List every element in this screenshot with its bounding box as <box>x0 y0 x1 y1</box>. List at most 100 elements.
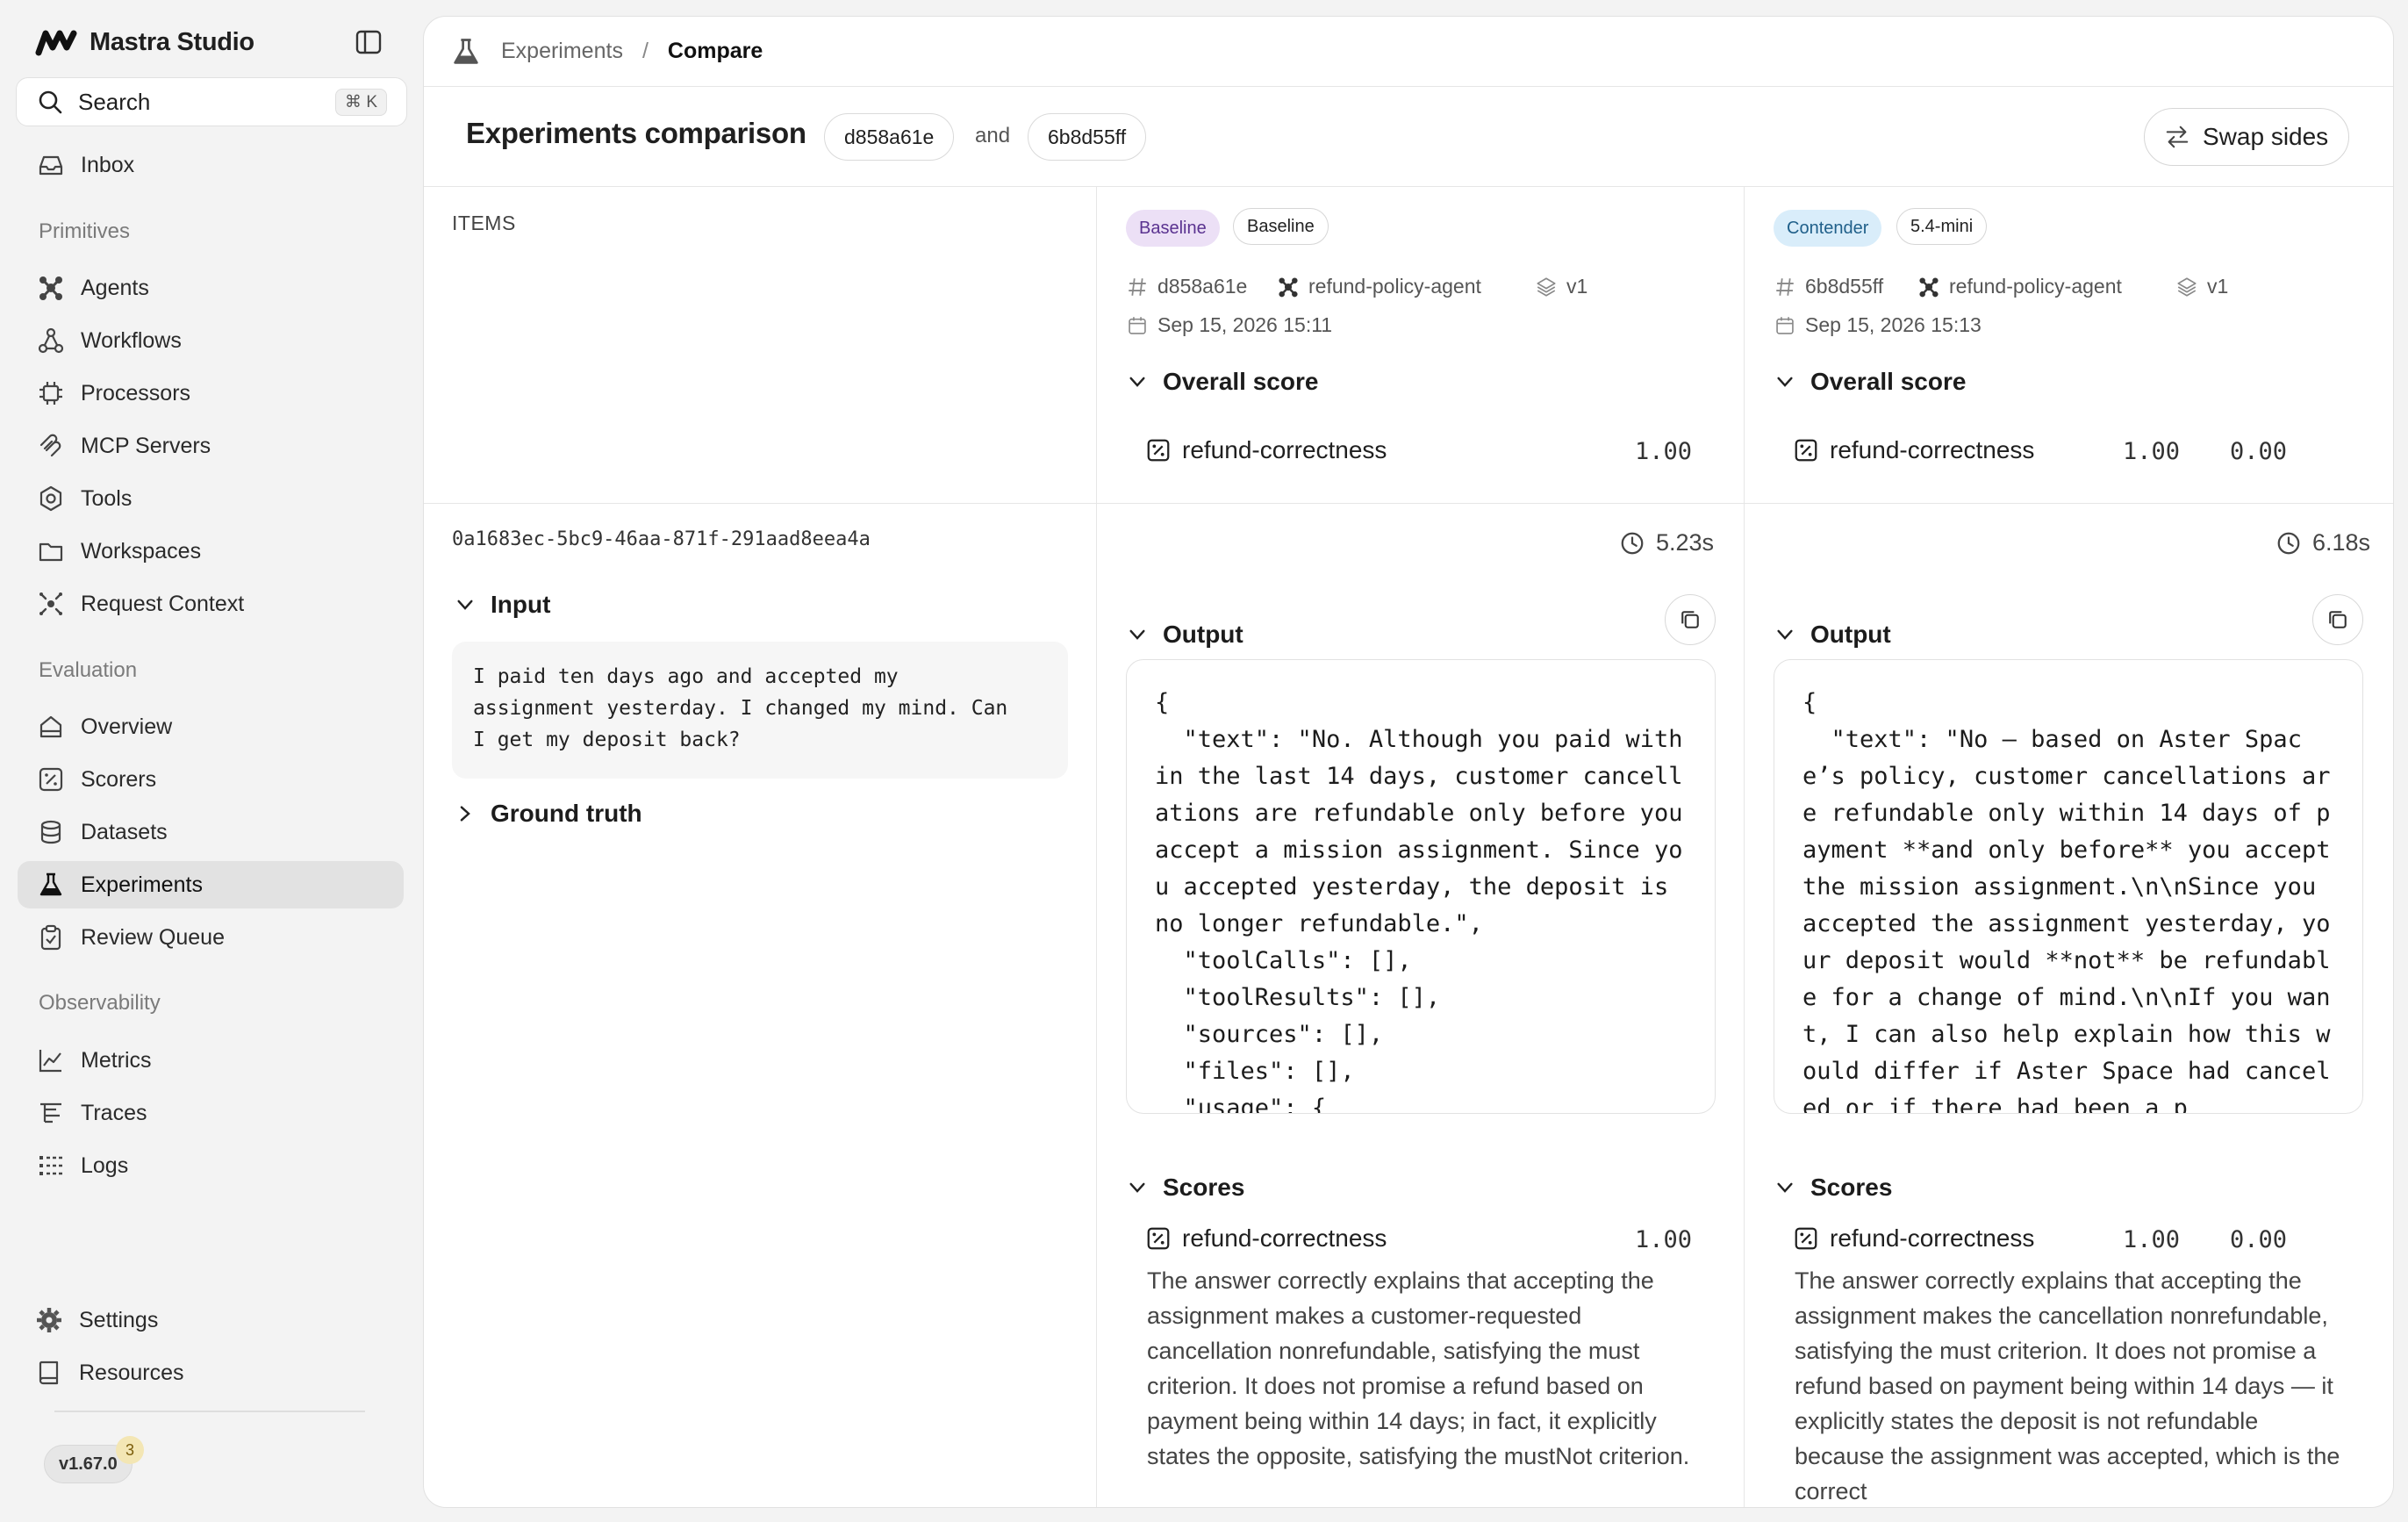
chevron-right-icon <box>460 806 470 822</box>
collapse-sidebar-button[interactable] <box>353 26 384 58</box>
items-column-label: ITEMS <box>452 212 516 234</box>
section-observability: Observability <box>39 991 161 1015</box>
copy-output-button[interactable] <box>1665 594 1716 645</box>
sidebar-item-label: Traces <box>81 1100 147 1125</box>
experiment-date: Sep 15, 2026 15:11 <box>1126 313 1332 337</box>
sidebar-item-scorers[interactable]: Scorers <box>18 756 404 803</box>
agents-icon <box>1919 276 1939 297</box>
scorer-name: refund-correctness <box>1830 1224 2035 1252</box>
breadcrumb: Experiments / Compare <box>424 17 2393 87</box>
input-toggle[interactable]: Input <box>454 591 550 619</box>
swap-icon <box>2166 126 2189 148</box>
experiment-name-badge: 5.4-mini <box>1896 208 1988 245</box>
sidebar: Mastra Studio Search ⌘ K Inbox Primitive… <box>0 0 421 1522</box>
percent-icon <box>1795 1227 1817 1250</box>
experiment-id: d858a61e <box>1126 275 1247 298</box>
experiment-agent[interactable]: refund-policy-agent <box>1277 275 1481 298</box>
sidebar-item-overview[interactable]: Overview <box>18 703 404 750</box>
brand[interactable]: Mastra Studio <box>35 25 254 60</box>
sidebar-item-inbox[interactable]: Inbox <box>18 141 404 189</box>
copy-icon <box>2329 611 2347 628</box>
percent-icon <box>1795 439 1817 462</box>
sidebar-item-experiments[interactable]: Experiments <box>18 861 404 908</box>
sidebar-item-label: Workspaces <box>81 538 202 564</box>
output-code: { "text": "No. Although you paid within … <box>1155 689 1683 1114</box>
sidebar-item-logs[interactable]: Logs <box>18 1142 404 1189</box>
scores-toggle[interactable]: Scores <box>1774 1174 1892 1202</box>
sidebar-item-agents[interactable]: Agents <box>18 264 404 312</box>
sidebar-item-metrics[interactable]: Metrics <box>18 1037 404 1084</box>
ground-truth-toggle[interactable]: Ground truth <box>454 800 642 828</box>
sidebar-item-label: Request Context <box>81 591 245 616</box>
scores-toggle[interactable]: Scores <box>1126 1174 1244 1202</box>
column-divider <box>1744 187 1745 1507</box>
processors-icon <box>39 382 62 405</box>
folder-icon <box>39 542 63 562</box>
percent-icon <box>1147 1227 1170 1250</box>
sidebar-item-tools[interactable]: Tools <box>18 475 404 522</box>
chart-icon <box>39 1050 61 1073</box>
duration-text: 6.18s <box>2312 529 2371 556</box>
agents-icon <box>1279 276 1298 297</box>
sidebar-item-workflows[interactable]: Workflows <box>18 317 404 364</box>
swap-sides-button[interactable]: Swap sides <box>2144 108 2349 166</box>
output-toggle[interactable]: Output <box>1126 621 1243 649</box>
left-experiment-chip[interactable]: d858a61e <box>824 113 955 161</box>
sidebar-divider <box>54 1411 365 1412</box>
row-divider <box>424 503 2393 504</box>
sidebar-item-resources[interactable]: Resources <box>18 1349 404 1396</box>
scores-label: Scores <box>1163 1174 1245 1201</box>
sidebar-item-workspaces[interactable]: Workspaces <box>18 528 404 575</box>
overall-score-value: 1.00 <box>1635 438 1693 465</box>
calendar-icon <box>1776 316 1794 334</box>
overall-scorer-name: refund-correctness <box>1182 436 1387 463</box>
sidebar-item-settings[interactable]: Settings <box>18 1296 404 1344</box>
sidebar-item-label: Resources <box>79 1360 184 1385</box>
sidebar-item-label: Inbox <box>81 152 135 177</box>
sidebar-item-label: Overview <box>81 714 173 739</box>
duration-text: 5.23s <box>1656 529 1715 556</box>
output-code: { "text": "No — based on Aster Space’s p… <box>1802 689 2331 1114</box>
sidebar-item-label: Settings <box>79 1307 159 1332</box>
copy-output-button[interactable] <box>2312 594 2363 645</box>
experiment-version: v1 <box>1535 275 1587 298</box>
experiment-version-text: v1 <box>1566 275 1588 298</box>
book-icon <box>39 1360 59 1385</box>
output-toggle[interactable]: Output <box>1774 621 1891 649</box>
logs-icon <box>39 1156 62 1175</box>
right-experiment-chip[interactable]: 6b8d55ff <box>1028 113 1147 161</box>
sidebar-item-review-queue[interactable]: Review Queue <box>18 914 404 961</box>
sidebar-item-request-context[interactable]: Request Context <box>18 580 404 628</box>
page-title: Experiments comparison <box>466 117 806 149</box>
layers-icon <box>1537 276 1556 297</box>
output-label: Output <box>1163 621 1243 648</box>
clipboard-icon <box>40 924 61 951</box>
output-code-block[interactable]: { "text": "No. Although you paid within … <box>1126 659 1716 1114</box>
sidebar-item-processors[interactable]: Processors <box>18 370 404 417</box>
overall-score-label: Overall score <box>1810 368 1967 395</box>
score-reason: The answer correctly explains that accep… <box>1795 1267 2340 1504</box>
search-input[interactable]: Search ⌘ K <box>16 77 407 126</box>
home-icon <box>39 715 62 738</box>
overall-score-toggle[interactable]: Overall score <box>1774 368 1966 396</box>
sidebar-item-traces[interactable]: Traces <box>18 1089 404 1137</box>
flask-icon <box>39 872 62 896</box>
breadcrumb-experiments[interactable]: Experiments <box>501 39 623 64</box>
chevron-down-icon <box>1777 629 1793 640</box>
agents-icon <box>39 276 62 300</box>
overall-scorer: refund-correctness <box>1793 436 2034 464</box>
experiment-agent[interactable]: refund-policy-agent <box>1917 275 2122 298</box>
sidebar-item-datasets[interactable]: Datasets <box>18 808 404 856</box>
sidebar-item-mcp-servers[interactable]: MCP Servers <box>18 422 404 470</box>
flask-icon <box>454 38 478 64</box>
scorer-row: refund-correctness <box>1793 1224 2034 1253</box>
duration: 5.23s <box>1619 529 1714 556</box>
output-code-block[interactable]: { "text": "No — based on Aster Space’s p… <box>1774 659 2363 1114</box>
overall-score-toggle[interactable]: Overall score <box>1126 368 1318 396</box>
sidebar-item-label: MCP Servers <box>81 433 211 458</box>
mastra-logo-icon <box>35 30 77 56</box>
breadcrumb-current: Compare <box>667 39 763 63</box>
sidebar-item-label: Scorers <box>81 766 157 792</box>
duration: 6.18s <box>2275 529 2370 556</box>
page-header: Experiments comparison d858a61e and 6b8d… <box>424 87 2393 187</box>
